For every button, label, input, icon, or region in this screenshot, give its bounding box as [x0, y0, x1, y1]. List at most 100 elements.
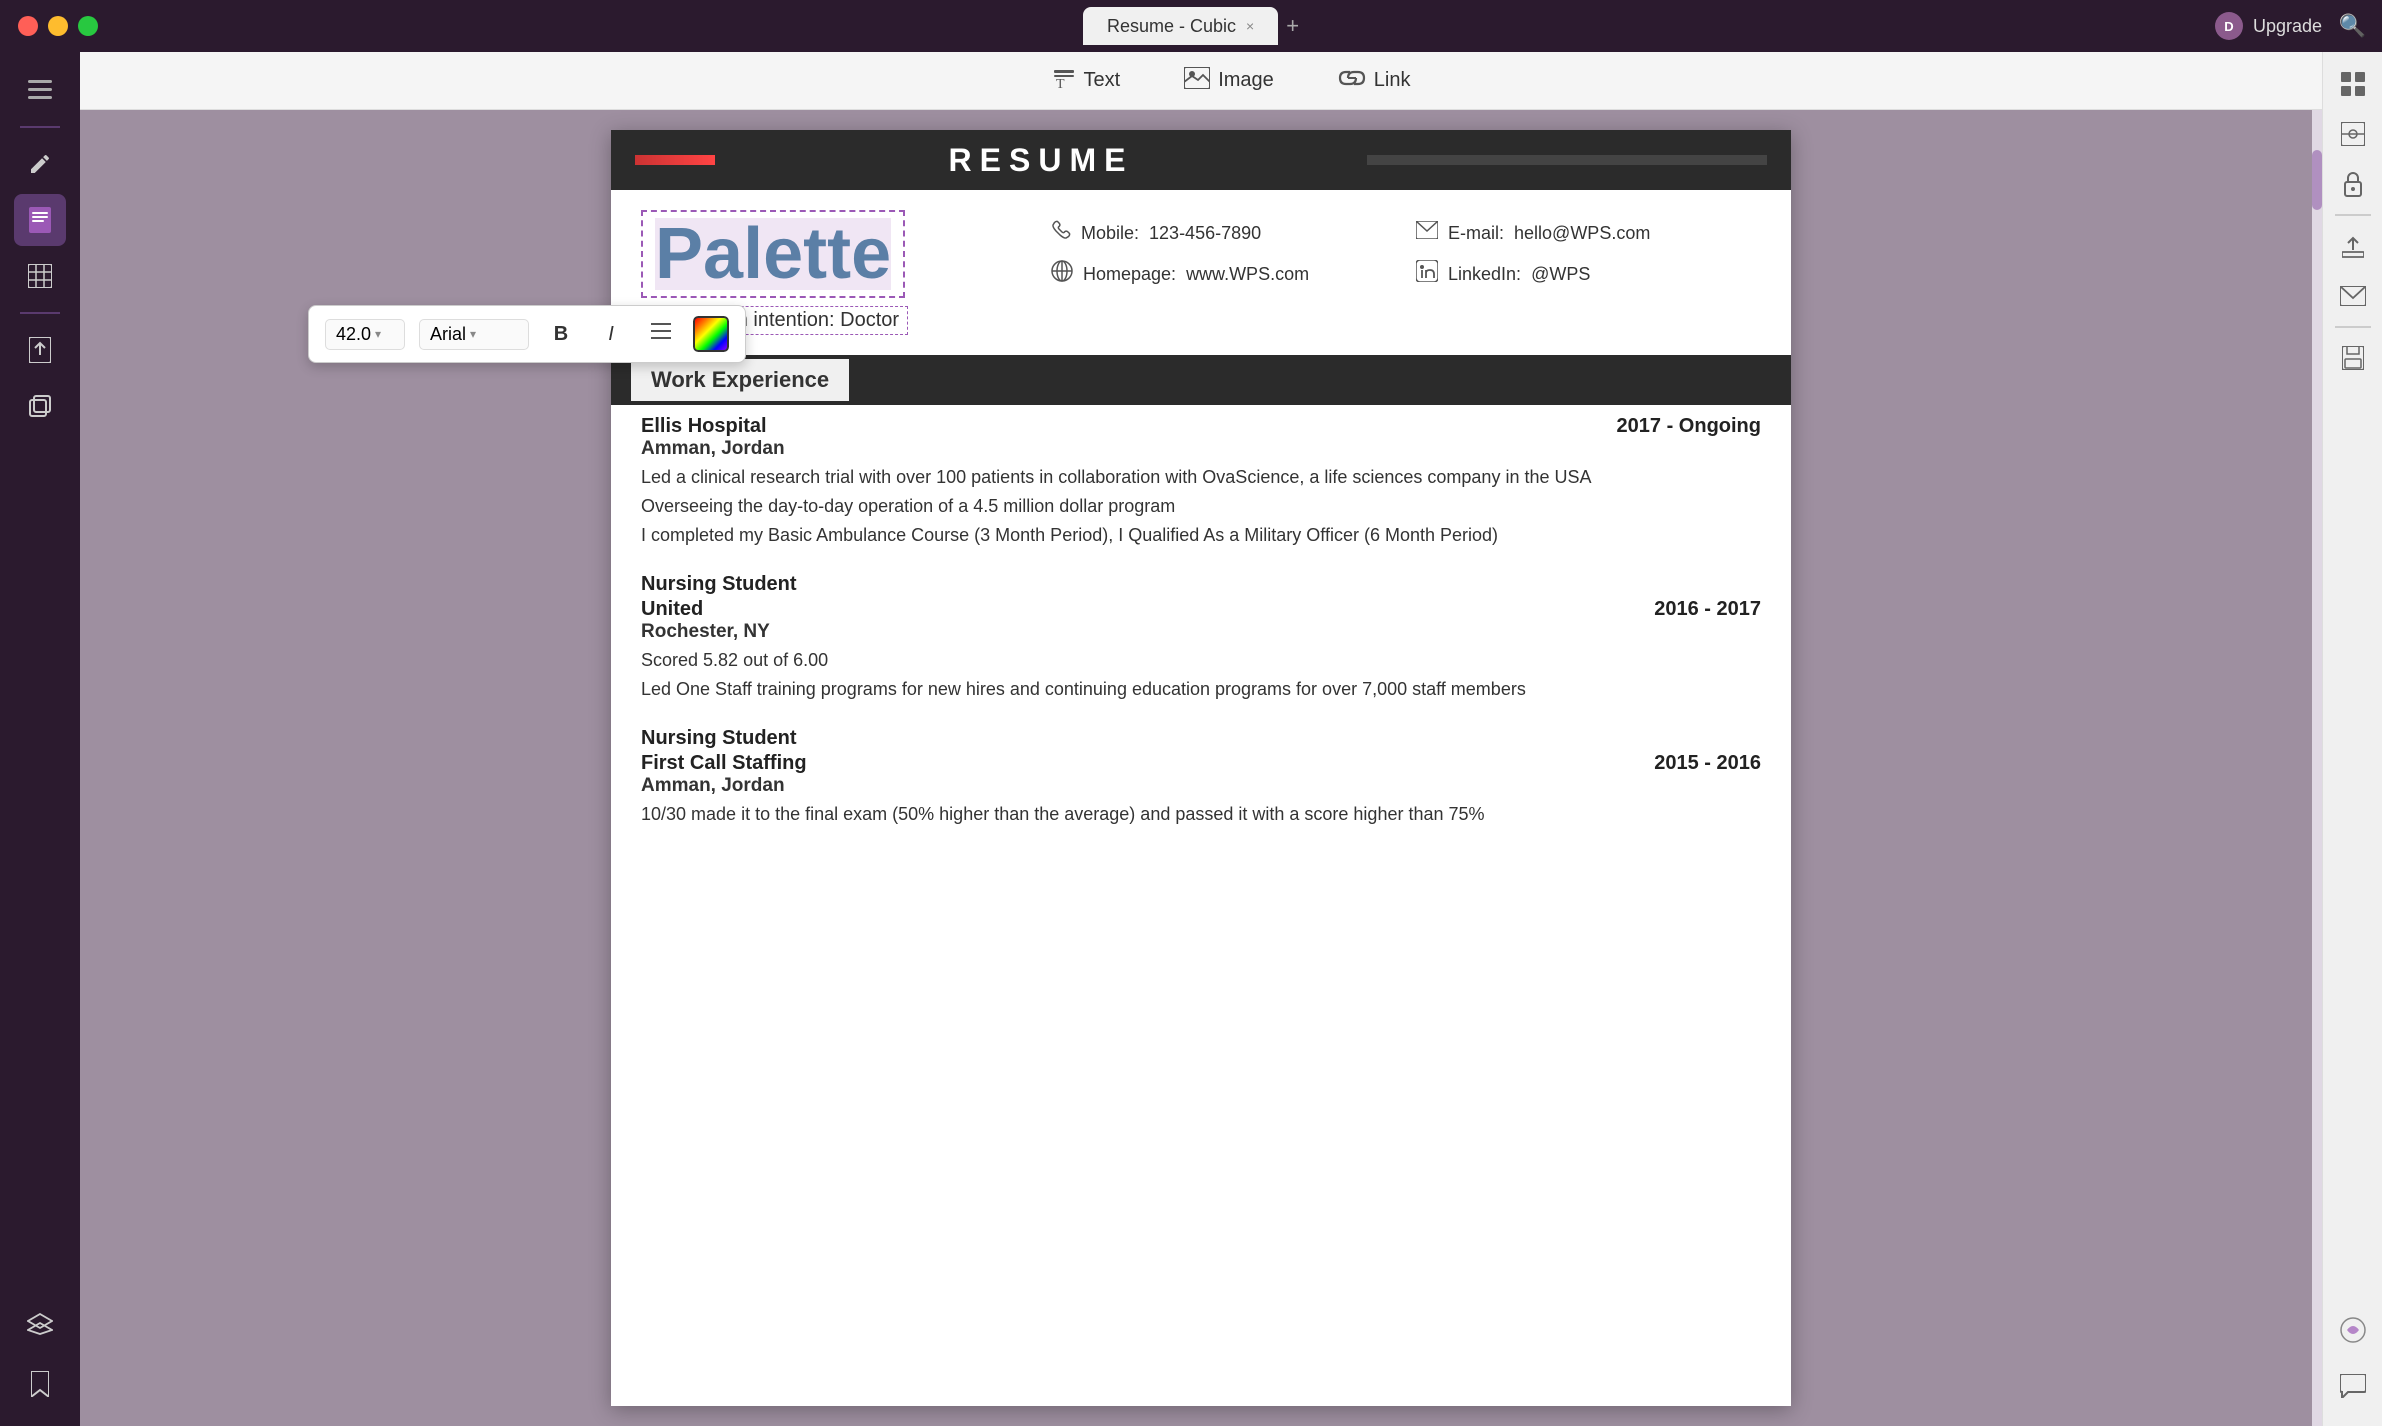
- email-label: E-mail:: [1448, 223, 1504, 244]
- exp-location-2: Amman, Jordan: [641, 775, 1761, 797]
- tab-label: Resume - Cubic: [1107, 16, 1236, 37]
- sidebar-icon-layers[interactable]: [14, 1298, 66, 1350]
- email-value: hello@WPS.com: [1514, 223, 1650, 244]
- right-divider-2: [2335, 326, 2371, 328]
- close-button[interactable]: [18, 16, 38, 36]
- right-divider-1: [2335, 214, 2371, 216]
- image-tool[interactable]: Image: [1172, 59, 1286, 103]
- mobile-value: 123-456-7890: [1149, 223, 1261, 244]
- text-tool[interactable]: T Text: [1040, 58, 1133, 104]
- globe-icon: [1051, 260, 1073, 288]
- resume-title: RESUME: [731, 142, 1351, 179]
- link-label: Link: [1374, 69, 1411, 92]
- color-picker-button[interactable]: [693, 316, 729, 352]
- contact-linkedin-row: LinkedIn: @WPS: [1416, 260, 1761, 288]
- homepage-value: www.WPS.com: [1186, 264, 1309, 285]
- font-family-chevron-icon: ▾: [470, 327, 476, 341]
- exp-desc-1-0: Scored 5.82 out of 6.00: [641, 647, 1761, 674]
- text-label: Text: [1084, 69, 1121, 92]
- italic-button[interactable]: I: [593, 316, 629, 352]
- font-family-dropdown[interactable]: Arial ▾: [419, 319, 529, 350]
- resume-document: RESUME Palette Job search intention: Doc…: [611, 130, 1791, 1406]
- right-icon-grid[interactable]: [2329, 60, 2377, 108]
- right-sidebar: [2322, 52, 2382, 1426]
- titlebar: Resume - Cubic × + D Upgrade 🔍: [0, 0, 2382, 52]
- upgrade-label: Upgrade: [2253, 16, 2322, 37]
- image-icon: [1184, 67, 1210, 95]
- link-icon: [1338, 68, 1366, 94]
- header-red-bar: [635, 155, 715, 165]
- user-avatar: D: [2215, 12, 2243, 40]
- tab-add-button[interactable]: +: [1286, 13, 1299, 39]
- exp-date-1: 2016 - 2017: [1654, 598, 1761, 621]
- font-size-value: 42.0: [336, 324, 371, 345]
- sidebar-divider-1: [20, 126, 60, 128]
- maximize-button[interactable]: [78, 16, 98, 36]
- right-icon-mail[interactable]: [2329, 272, 2377, 320]
- exp-item-1: Nursing Student United 2016 - 2017 Roche…: [641, 573, 1761, 703]
- tab-close-button[interactable]: ×: [1246, 18, 1254, 34]
- bold-icon: B: [554, 323, 568, 346]
- contact-mobile-row: Mobile: 123-456-7890: [1051, 220, 1396, 246]
- resume-header: RESUME: [611, 130, 1791, 190]
- work-experience-header: Work Experience: [611, 355, 1791, 405]
- list-button[interactable]: [643, 316, 679, 352]
- minimize-button[interactable]: [48, 16, 68, 36]
- right-icon-lock[interactable]: [2329, 160, 2377, 208]
- sidebar-icon-edit[interactable]: [14, 138, 66, 190]
- header-right-bar: [1367, 155, 1767, 165]
- italic-icon: I: [608, 323, 614, 346]
- resume-title-bar: RESUME: [635, 142, 1767, 179]
- exp-desc-0-1: Overseeing the day-to-day operation of a…: [641, 493, 1761, 520]
- bold-button[interactable]: B: [543, 316, 579, 352]
- list-icon: [651, 322, 671, 346]
- exp-item-2: Nursing Student First Call Staffing 2015…: [641, 727, 1761, 828]
- tab-resume-cubic[interactable]: Resume - Cubic ×: [1083, 7, 1278, 45]
- link-tool[interactable]: Link: [1326, 60, 1423, 102]
- name-contact-section: Palette Job search intention: Doctor Mob…: [611, 190, 1791, 355]
- font-size-dropdown[interactable]: 42.0 ▾: [325, 319, 405, 350]
- right-icon-chat[interactable]: [2329, 1362, 2377, 1410]
- mobile-label: Mobile:: [1081, 223, 1139, 244]
- exp-header-row-0: Ellis Hospital 2017 - Ongoing: [641, 415, 1761, 438]
- sidebar-icon-doc[interactable]: [14, 194, 66, 246]
- right-icon-scan[interactable]: [2329, 110, 2377, 158]
- main-toolbar: T Text Image Link: [80, 52, 2382, 110]
- linkedin-label: LinkedIn:: [1448, 264, 1521, 285]
- tab-area: Resume - Cubic × +: [1083, 7, 1299, 45]
- email-icon: [1416, 221, 1438, 245]
- exp-role-1: Nursing Student: [641, 573, 1761, 596]
- upgrade-button[interactable]: D Upgrade: [2215, 12, 2322, 40]
- exp-desc-2-0: 10/30 made it to the final exam (50% hig…: [641, 801, 1761, 828]
- job-intention-value: Doctor: [840, 309, 899, 331]
- font-family-value: Arial: [430, 324, 466, 345]
- main-content-area: RESUME Palette Job search intention: Doc…: [80, 110, 2322, 1426]
- sidebar-icon-menu[interactable]: [14, 64, 66, 116]
- format-toolbar: 42.0 ▾ Arial ▾ B I: [308, 305, 746, 363]
- font-size-chevron-icon: ▾: [375, 327, 381, 341]
- exp-company-1: United: [641, 598, 703, 621]
- image-label: Image: [1218, 69, 1274, 92]
- exp-desc-1-1: Led One Staff training programs for new …: [641, 676, 1761, 703]
- sidebar-icon-upload[interactable]: [14, 324, 66, 376]
- right-icon-upload[interactable]: [2329, 222, 2377, 270]
- exp-company-0: Ellis Hospital: [641, 415, 767, 438]
- contact-homepage-row: Homepage: www.WPS.com: [1051, 260, 1396, 288]
- sidebar-icon-table[interactable]: [14, 250, 66, 302]
- scrollbar-thumb[interactable]: [2312, 150, 2322, 210]
- homepage-label: Homepage:: [1083, 264, 1176, 285]
- linkedin-value: @WPS: [1531, 264, 1590, 285]
- exp-role-2: Nursing Student: [641, 727, 1761, 750]
- right-icon-save[interactable]: [2329, 334, 2377, 382]
- text-icon: T: [1052, 66, 1076, 96]
- sidebar-icon-bookmark[interactable]: [14, 1358, 66, 1410]
- name-text-wrapper[interactable]: Palette: [641, 210, 905, 298]
- linkedin-icon: [1416, 260, 1438, 288]
- exp-company-2: First Call Staffing: [641, 752, 807, 775]
- name-field[interactable]: Palette: [655, 218, 891, 290]
- left-sidebar: [0, 52, 80, 1426]
- search-button[interactable]: 🔍: [2339, 13, 2366, 39]
- right-icon-ai[interactable]: [2329, 1306, 2377, 1354]
- exp-item-0: Ellis Hospital 2017 - Ongoing Amman, Jor…: [641, 415, 1761, 549]
- sidebar-icon-copy[interactable]: [14, 380, 66, 432]
